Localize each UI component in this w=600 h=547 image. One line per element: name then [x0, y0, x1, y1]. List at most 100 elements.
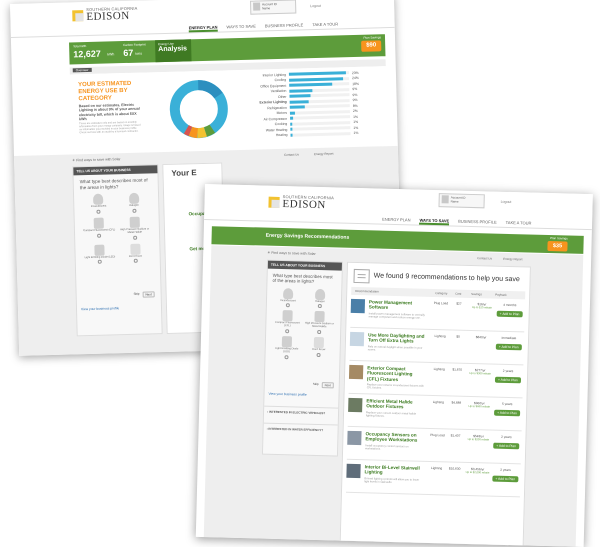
account-box[interactable]: Account ID Name	[438, 193, 485, 209]
plan-savings-badge[interactable]: $90	[361, 40, 382, 52]
bulb-radio[interactable]	[97, 260, 103, 265]
nav-ways-to-save[interactable]: WAYS TO SAVE	[419, 217, 450, 226]
col-category[interactable]: Category	[435, 291, 455, 296]
print-link[interactable]: Energy Report	[314, 152, 333, 157]
plan-savings-badge[interactable]: $35	[547, 240, 568, 252]
find-ways-link[interactable]: ☀ Find ways to save with Solar	[267, 251, 316, 256]
bulb-label: Compact Fluorescent (CFL)	[275, 321, 300, 328]
view-profile-link[interactable]: View your business profile	[81, 306, 119, 311]
bulb-radio[interactable]	[285, 329, 290, 334]
bulb-option[interactable]: Compact Fluorescent (CFL)	[83, 217, 116, 242]
bulb-radio[interactable]	[316, 352, 321, 358]
bulb-radio[interactable]	[96, 209, 101, 214]
water-question[interactable]: › INTERESTED IN WATER EFFICIENCY?	[263, 422, 338, 436]
bulb-option[interactable]: Light Emitting Diode (LED)	[271, 336, 302, 360]
rec-title[interactable]: Occupancy Sensors on Employee Workstatio…	[365, 431, 423, 443]
nav-business-profile[interactable]: BUSINESS PROFILE	[265, 22, 304, 30]
logout-link[interactable]: Logout	[310, 4, 321, 8]
add-to-plan-button[interactable]: + Add to Plan	[493, 442, 520, 450]
add-to-plan-button[interactable]: + Add to Plan	[494, 376, 521, 384]
ways-to-save-window: SOUTHERN CALIFORNIA EDISON Account ID Name…	[195, 184, 593, 547]
bulb-option[interactable]: Don't Know	[303, 337, 334, 361]
find-ways-link[interactable]: ☀ Find ways to save with Solar	[72, 157, 121, 162]
rec-list: Power Management Software Install power m…	[342, 294, 529, 498]
bulb-option[interactable]: Light Emitting Diode (LED)	[83, 244, 116, 266]
account-icon	[253, 2, 261, 11]
analysis-tab[interactable]: Energy Use Analysis	[154, 39, 192, 63]
bulb-option[interactable]: Don't Know	[119, 243, 152, 265]
nav-take-a-tour[interactable]: TAKE A TOUR	[312, 21, 338, 29]
rec-payback: 5 years	[501, 401, 513, 407]
rec-thumbnail	[350, 298, 366, 314]
bulb-radio[interactable]	[285, 303, 290, 308]
rec-row: Interior Bi-Level Stairwell Lighting Bi-l…	[345, 459, 521, 498]
contact-link[interactable]: Contact Us	[477, 256, 492, 260]
category-bar	[289, 99, 309, 104]
usage-fineprint: These are estimates only and are based o…	[79, 120, 141, 135]
bulb-option[interactable]: Halogen	[305, 288, 336, 310]
bulb-option[interactable]: Halogen	[117, 192, 150, 214]
bulb-radio[interactable]	[284, 354, 289, 360]
tab-overview[interactable]: Overview	[72, 67, 92, 73]
bulb-options: Incandescent Halogen Compact Fluorescent (…	[74, 192, 160, 266]
next-button[interactable]: Next	[321, 382, 334, 389]
bulb-option[interactable]: Incandescent	[82, 193, 115, 215]
add-to-plan-button[interactable]: + Add to Plan	[495, 343, 522, 351]
bulb-radio[interactable]	[132, 235, 137, 240]
print-link[interactable]: Energy Report	[503, 257, 522, 262]
skip-link[interactable]: Skip	[313, 382, 319, 388]
nav-ways-to-save[interactable]: WAYS TO SAVE	[226, 24, 256, 32]
rec-thumbnail	[347, 430, 362, 446]
bulb-label: Incandescent	[280, 298, 296, 302]
bulb-label: High Pressure Sodium or Metal Halide	[120, 227, 150, 234]
col-payback[interactable]: Payback	[495, 293, 507, 297]
next-button[interactable]: Next	[142, 291, 155, 298]
col-savings[interactable]: Savings	[471, 292, 495, 297]
category-bar	[290, 127, 293, 131]
bulb-radio[interactable]	[132, 208, 137, 213]
bulb-option[interactable]: High Pressure Sodium or Metal Halide	[304, 311, 335, 335]
bulb-radio[interactable]	[133, 259, 138, 264]
rec-title[interactable]: Power Management Software	[369, 299, 427, 311]
add-to-plan-button[interactable]: + Add to Plan	[492, 475, 519, 483]
col-recommendation[interactable]: Recommendation	[355, 289, 435, 295]
rec-category: Plug Load	[430, 432, 445, 438]
contact-link[interactable]: Contact Us	[284, 152, 299, 156]
lightbulb-icon: ☀	[72, 158, 76, 163]
bulb-option[interactable]: Compact Fluorescent (CFL)	[272, 310, 303, 334]
category-pct: 9%	[352, 87, 358, 92]
bulb-icon	[313, 337, 325, 349]
view-profile-link[interactable]: View your business profile	[268, 392, 306, 397]
bulb-option[interactable]: High Pressure Sodium or Metal Halide	[118, 216, 151, 241]
rec-thumbnail	[346, 463, 361, 479]
nav-take-a-tour[interactable]: TAKE A TOUR	[506, 220, 532, 228]
nav-energy-plan[interactable]: ENERGY PLAN	[188, 24, 218, 33]
col-cost[interactable]: Cost	[455, 292, 471, 296]
add-to-plan-button[interactable]: + Add to Plan	[494, 409, 520, 417]
rec-cost: $4,689	[451, 400, 462, 405]
rec-title[interactable]: Efficient Metal Halide Outdoor Fixtures	[366, 398, 424, 410]
nav-business-profile[interactable]: BUSINESS PROFILE	[458, 219, 497, 227]
bulb-radio[interactable]	[97, 233, 102, 238]
usage-desc: Based on our estimates, Electric Lightin…	[78, 102, 140, 122]
skip-link[interactable]: Skip	[134, 292, 140, 298]
rec-title[interactable]: Interior Bi-Level Stairwell Lighting	[364, 464, 422, 476]
main-nav: ENERGY PLAN WAYS TO SAVE BUSINESS PROFIL…	[382, 217, 532, 228]
bulb-radio[interactable]	[317, 304, 322, 309]
rec-title[interactable]: Use More Daylighting and Turn Off Extra …	[368, 332, 426, 344]
ev-question[interactable]: › INTERESTED IN ELECTRIC VEHICLES?	[263, 405, 339, 419]
rec-row: Use More Daylighting and Turn Off Extra …	[349, 327, 525, 366]
bulb-option[interactable]: Incandescent	[273, 287, 304, 309]
edison-logo[interactable]: SOUTHERN CALIFORNIA EDISON	[268, 194, 334, 212]
account-box[interactable]: Account ID Name	[249, 0, 297, 15]
category-bar	[289, 111, 295, 115]
add-to-plan-button[interactable]: + Add to Plan	[496, 310, 523, 318]
rec-desc: Replace your exterior incandescent fixtu…	[366, 383, 424, 390]
bulb-radio[interactable]	[317, 330, 322, 335]
nav-energy-plan[interactable]: ENERGY PLAN	[382, 217, 411, 225]
bulb-icon	[315, 288, 326, 300]
logout-link[interactable]: Logout	[501, 200, 512, 204]
edison-logo[interactable]: SOUTHERN CALIFORNIA EDISON	[72, 6, 138, 24]
rec-title[interactable]: Exterior Compact Fluorescent Lighting (C…	[367, 365, 425, 382]
add-to-plan-label: Add to Plan	[500, 377, 518, 383]
